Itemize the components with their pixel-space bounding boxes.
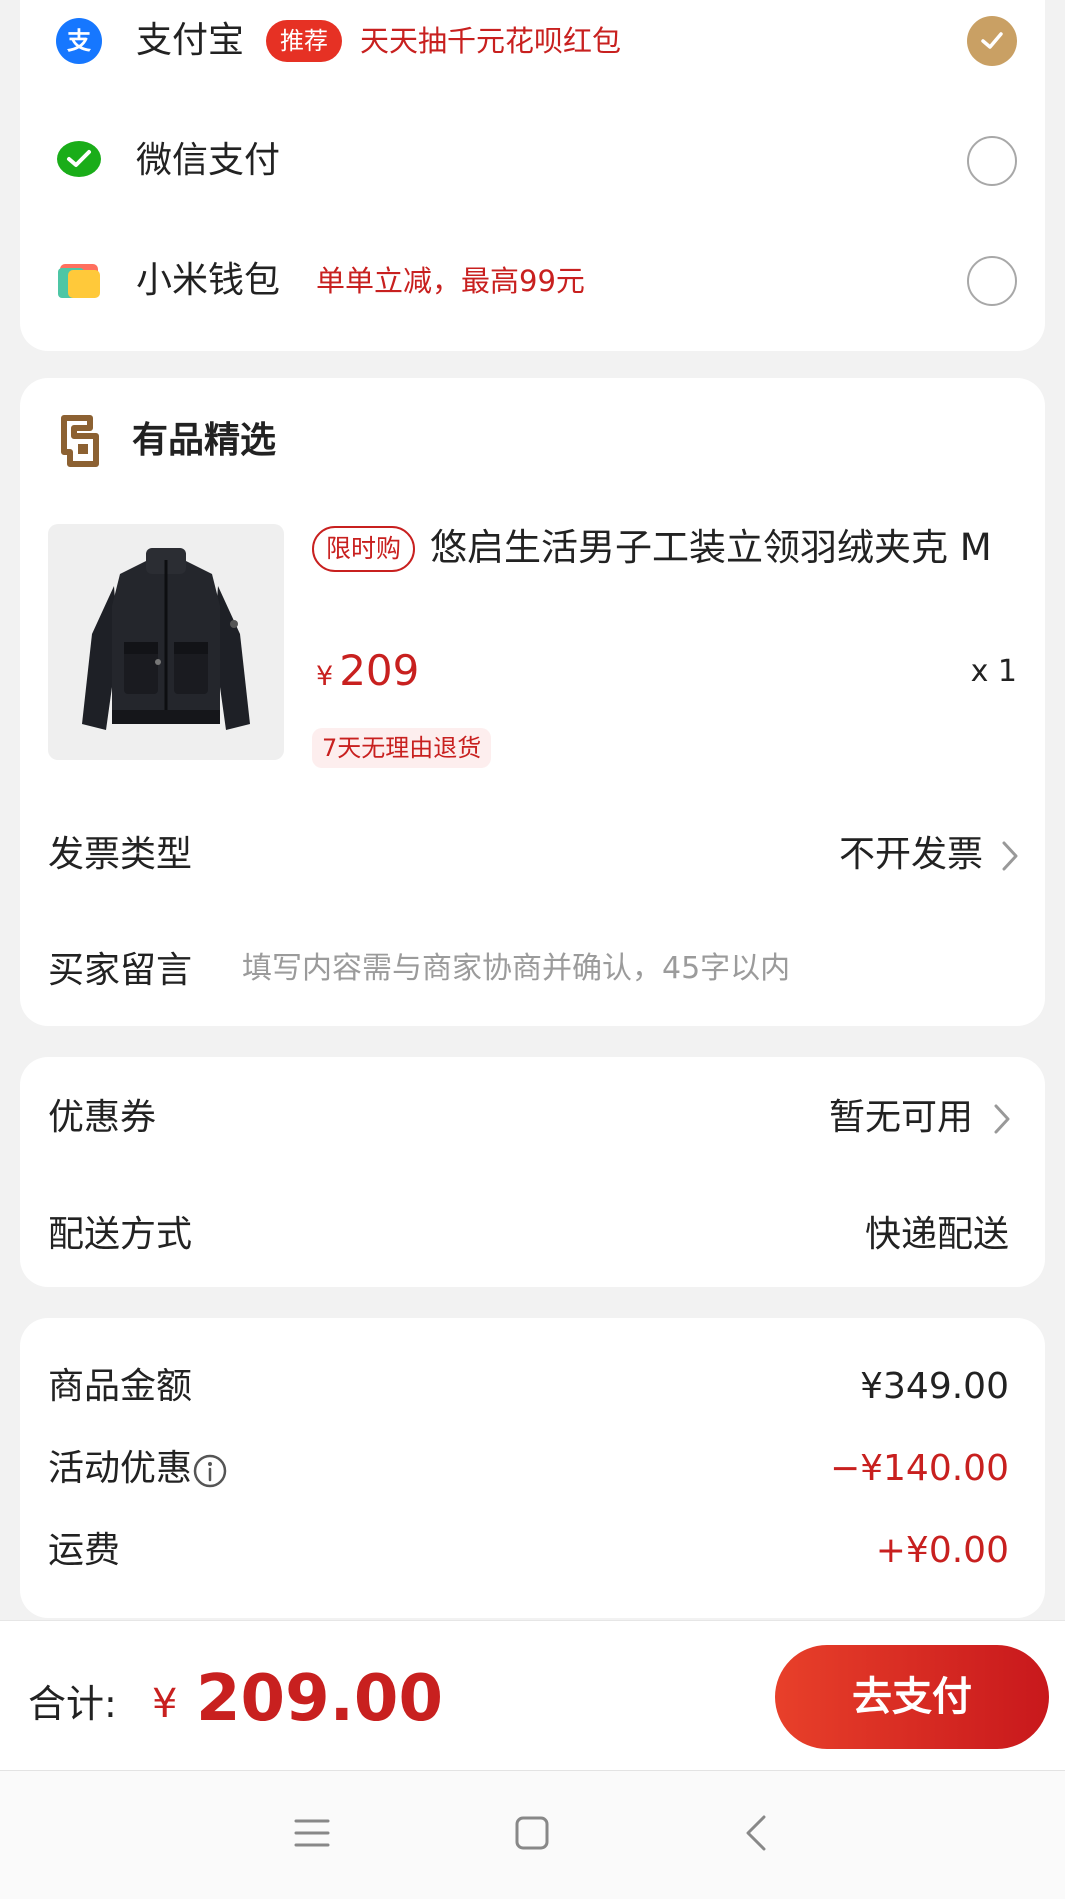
shipping-label: 运费 [48, 1530, 121, 1571]
order-product-card: 有品精选 悠启生活男子工装立领羽绒夹克 M 限时购 ¥209 x 1 7天无理由… [20, 378, 1045, 1026]
invoice-value: 不开发票 [838, 834, 983, 875]
mi-wallet-icon [56, 258, 102, 304]
price-currency: ¥ [316, 661, 334, 692]
payment-option-mi-wallet[interactable]: 小米钱包 单单立减，最高99元 [20, 230, 1045, 330]
product-title[interactable]: 悠启生活男子工装立领羽绒夹克 M [312, 522, 1022, 574]
discount-value: −¥140.00 [829, 1448, 1009, 1489]
radio-unselected[interactable] [967, 136, 1017, 186]
coupon-value: 暂无可用 [828, 1097, 973, 1138]
payment-methods-card: 支 支付宝 推荐 天天抽千元花呗红包 微信支付 小米钱包 单单立减，最高99元 [20, 0, 1045, 351]
product-quantity: x 1 [970, 654, 1017, 689]
info-icon[interactable] [192, 1453, 228, 1489]
checkout-bar: 合计: ¥ 209.00 去支付 [0, 1620, 1065, 1770]
total-currency: ¥ [152, 1681, 178, 1727]
coupon-label: 优惠券 [48, 1097, 157, 1138]
back-icon[interactable] [736, 1811, 780, 1855]
price-value: 209 [339, 646, 420, 695]
total-label: 合计: [28, 1682, 117, 1726]
delivery-label: 配送方式 [48, 1214, 193, 1255]
chevron-right-icon [994, 1104, 1010, 1134]
return-policy-tag: 7天无理由退货 [312, 728, 492, 768]
shipping-value: +¥0.00 [875, 1530, 1009, 1571]
payment-label: 支付宝 [136, 20, 245, 61]
payment-option-wechat[interactable]: 微信支付 [20, 110, 1045, 210]
recommend-badge: 推荐 [266, 20, 342, 62]
wechat-pay-icon [56, 138, 102, 184]
payment-label: 小米钱包 [136, 260, 281, 301]
payment-promo: 天天抽千元花呗红包 [360, 24, 622, 58]
delivery-value: 快递配送 [864, 1214, 1009, 1255]
system-nav-bar [0, 1770, 1065, 1899]
radio-selected[interactable] [967, 16, 1017, 66]
goods-amount-label: 商品金额 [48, 1366, 193, 1407]
coupon-delivery-card: 优惠券 暂无可用 配送方式 快递配送 [20, 1057, 1045, 1287]
pay-button[interactable]: 去支付 [775, 1645, 1049, 1749]
svg-text:支: 支 [67, 27, 92, 55]
invoice-label: 发票类型 [48, 834, 193, 875]
youpin-logo-icon [56, 414, 106, 468]
alipay-icon: 支 [56, 18, 102, 64]
flash-sale-tag: 限时购 [312, 526, 416, 572]
menu-icon[interactable] [290, 1811, 334, 1855]
goods-amount-value: ¥349.00 [860, 1366, 1009, 1407]
store-name: 有品精选 [132, 420, 277, 461]
jacket-image [82, 548, 250, 730]
check-icon [981, 32, 1003, 49]
product-image[interactable] [48, 524, 284, 760]
payment-promo: 单单立减，最高99元 [316, 264, 585, 298]
payment-option-alipay[interactable]: 支 支付宝 推荐 天天抽千元花呗红包 [20, 0, 1045, 90]
buyer-message-input[interactable]: 填写内容需与商家协商并确认，45字以内 [242, 944, 790, 994]
payment-label: 微信支付 [136, 140, 281, 181]
buyer-message-label: 买家留言 [48, 950, 193, 991]
total-amount: 209.00 [196, 1662, 443, 1736]
chevron-right-icon [1002, 841, 1018, 871]
price-summary-card: 商品金额 ¥349.00 活动优惠 −¥140.00 运费 +¥0.00 [20, 1318, 1045, 1618]
product-price: ¥209 [316, 646, 419, 695]
radio-unselected[interactable] [967, 256, 1017, 306]
discount-label: 活动优惠 [48, 1448, 193, 1489]
home-icon[interactable] [510, 1811, 554, 1855]
